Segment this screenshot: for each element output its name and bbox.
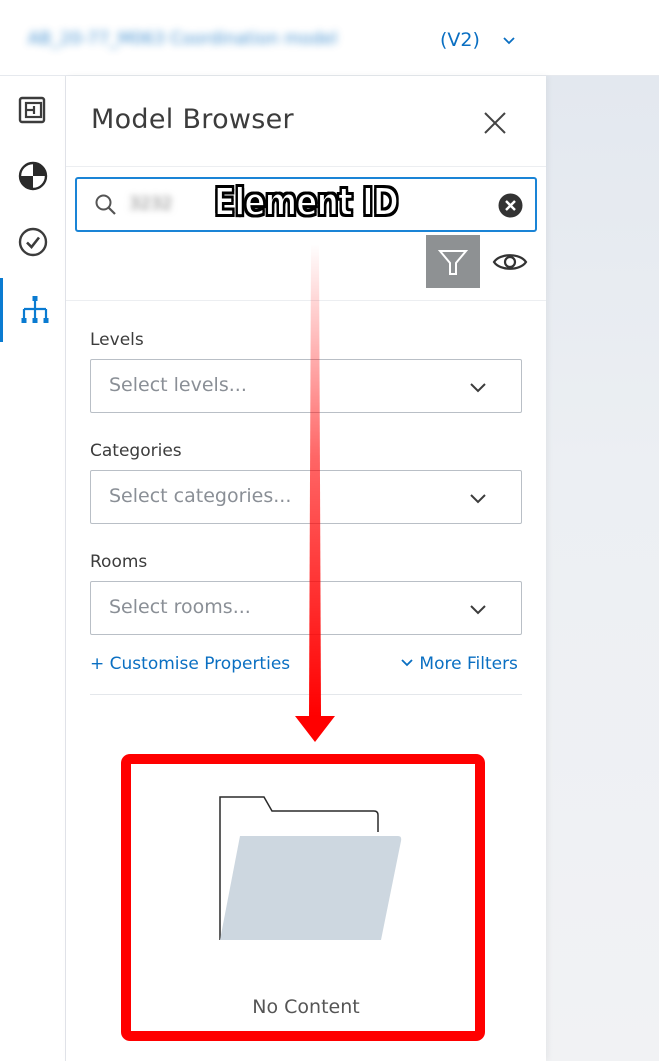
left-rail: [0, 76, 66, 1061]
annotation-highlight-box: [121, 754, 485, 1041]
chevron-down-icon: [401, 659, 413, 667]
chevron-down-icon[interactable]: [500, 31, 518, 49]
levels-select[interactable]: Select levels...: [90, 359, 522, 413]
file-name[interactable]: AB_20-77_M063 Coordination model: [24, 22, 434, 56]
viewer-canvas[interactable]: [546, 76, 659, 1061]
search-icon: [95, 194, 116, 215]
rail-issues-button[interactable]: [0, 210, 66, 274]
more-filters-link[interactable]: More Filters: [400, 654, 518, 674]
sheets-icon: [18, 96, 46, 124]
chevron-down-icon: [470, 494, 486, 504]
top-bar: AB_20-77_M063 Coordination model (V2): [0, 0, 659, 76]
panel-title: Model Browser: [91, 104, 294, 135]
filter-button[interactable]: [426, 235, 480, 288]
categories-label: Categories: [90, 441, 182, 461]
levels-placeholder: Select levels...: [109, 374, 247, 396]
levels-label: Levels: [90, 330, 144, 350]
divider: [90, 694, 522, 695]
version-label[interactable]: (V2): [440, 27, 480, 53]
model-icon: [18, 161, 48, 191]
rail-model-button[interactable]: [0, 144, 66, 208]
eye-icon[interactable]: [491, 243, 529, 281]
categories-placeholder: Select categories...: [109, 485, 292, 507]
customise-properties-link[interactable]: + Customise Properties: [90, 654, 290, 674]
issues-check-icon: [18, 227, 48, 257]
rail-sheets-button[interactable]: [0, 78, 66, 142]
element-id-callout: Element ID: [213, 179, 399, 225]
hierarchy-icon: [21, 296, 48, 323]
rooms-select[interactable]: Select rooms...: [90, 581, 522, 635]
rooms-placeholder: Select rooms...: [109, 596, 251, 618]
clear-search-icon[interactable]: [497, 192, 524, 219]
more-filters-label: More Filters: [419, 654, 518, 674]
rail-model-browser-button[interactable]: [0, 278, 66, 342]
search-value: 3232: [129, 194, 173, 214]
chevron-down-icon: [470, 383, 486, 393]
divider: [66, 300, 546, 301]
close-icon[interactable]: [480, 108, 510, 138]
divider: [66, 166, 546, 167]
categories-select[interactable]: Select categories...: [90, 470, 522, 524]
filter-funnel-icon: [437, 249, 469, 275]
rooms-label: Rooms: [90, 552, 148, 572]
chevron-down-icon: [470, 605, 486, 615]
